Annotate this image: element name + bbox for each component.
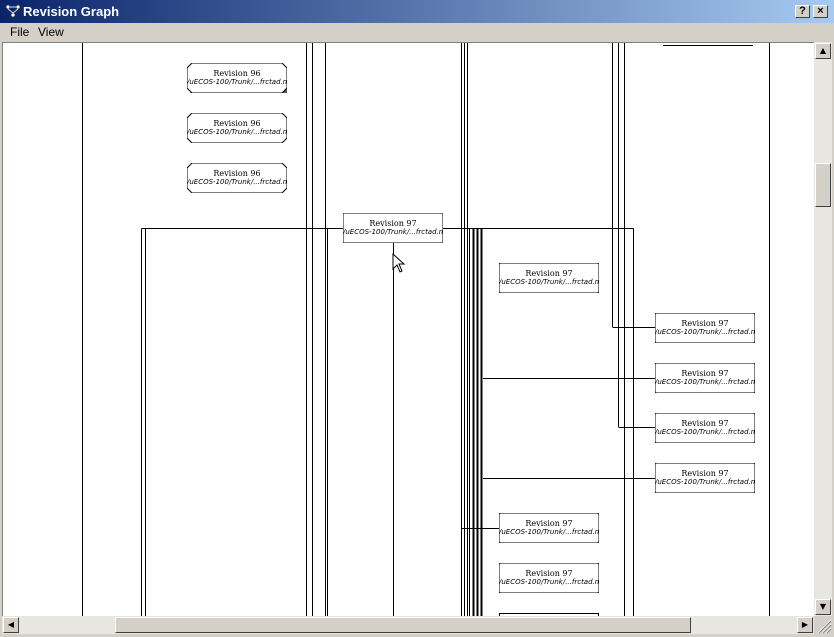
revision-graph-canvas[interactable]: Revision 96 /uECOS-100/Trunk/...frctad.m…	[2, 42, 814, 616]
node-title: Revision 97	[525, 519, 573, 528]
horizontal-scrollbar[interactable]: ◀ ▶	[2, 616, 814, 634]
scroll-right-button[interactable]: ▶	[797, 617, 813, 633]
menu-file[interactable]: File	[10, 25, 29, 39]
vertical-scrollbar[interactable]: ▲ ▼	[814, 42, 832, 616]
help-button[interactable]: ?	[795, 5, 810, 18]
revision-node[interactable]: Revision 97 /uECOS-100/Trunk/...frctad.m…	[655, 363, 755, 393]
horizontal-scroll-thumb[interactable]	[115, 617, 691, 633]
node-path: /uECOS-100/Trunk/...frctad.mc	[187, 128, 287, 136]
node-title: Revision 97	[681, 369, 729, 378]
revision-node[interactable]: Revision 97 /uECOS-100/Trunk/...frctad.m…	[499, 263, 599, 293]
node-title: Revision 97	[681, 419, 729, 428]
menu-view[interactable]: View	[38, 25, 64, 39]
node-path: /uECOS-100/Trunk/...frctad.mc	[499, 528, 599, 536]
node-title: Revision 96	[213, 169, 261, 178]
node-title: Revision 97	[525, 569, 573, 578]
node-path: /uECOS-100/Trunk/...frctad.mc	[499, 578, 599, 586]
node-title: Revision 97	[369, 219, 417, 228]
node-path: /uECOS-100/Trunk/...frctad.mc	[187, 178, 287, 186]
revision-node[interactable]: Revision 97 /uECOS-100/Trunk/...frctad.m…	[655, 413, 755, 443]
node-title: Revision 97	[681, 319, 729, 328]
window-title: Revision Graph	[23, 4, 120, 19]
vertical-scroll-thumb[interactable]	[815, 163, 831, 207]
revision-node[interactable]: Revision 97 /uECOS-100/Trunk/...frctad.m…	[343, 213, 443, 243]
node-title: Revision 97	[525, 269, 573, 278]
revision-node[interactable]: Revision 96 /uECOS-100/Trunk/...frctad.m…	[187, 113, 287, 143]
scroll-down-button[interactable]: ▼	[815, 599, 831, 615]
mouse-cursor-icon	[392, 253, 406, 273]
revision-node[interactable]: Revision 96 /uECOS-100/Trunk/...frctad.m…	[187, 163, 287, 193]
close-button[interactable]: ×	[813, 5, 828, 18]
node-path: /uECOS-100/Trunk/...frctad.mc	[187, 78, 287, 86]
node-path: /uECOS-100/Trunk/...frctad.mc	[655, 328, 755, 336]
scroll-left-button[interactable]: ◀	[3, 617, 19, 633]
revision-node[interactable]: Revision 97 /uECOS-100/Trunk/...frctad.m…	[499, 513, 599, 543]
node-title: Revision 97	[681, 469, 729, 478]
node-title: Revision 96	[213, 119, 261, 128]
node-path: /uECOS-100/Trunk/...frctad.mc	[655, 428, 755, 436]
scroll-up-button[interactable]: ▲	[815, 43, 831, 59]
revision-node[interactable]: Revision 97 /uECOS-100/Trunk/...frctad.m…	[499, 563, 599, 593]
menu-bar: File View	[0, 23, 834, 42]
revision-node[interactable]: Revision 97 /uECOS-100/Trunk/...frctad.m…	[655, 463, 755, 493]
node-title: Revision 96	[213, 69, 261, 78]
node-path: /uECOS-100/Trunk/...frctad.mc	[655, 478, 755, 486]
revision-node[interactable]: Revision 96 /uECOS-100/Trunk/...frctad.m…	[187, 63, 287, 93]
revision-graph-icon	[5, 4, 21, 18]
revision-node[interactable]: Revision 97 /uECOS-100/Trunk/...frctad.m…	[655, 313, 755, 343]
node-path: /uECOS-100/Trunk/...frctad.mc	[343, 228, 443, 236]
node-path: /uECOS-100/Trunk/...frctad.mc	[655, 378, 755, 386]
title-bar: Revision Graph ? ×	[0, 0, 834, 23]
size-grip-icon[interactable]	[814, 616, 832, 634]
node-path: /uECOS-100/Trunk/...frctad.mc	[499, 278, 599, 286]
